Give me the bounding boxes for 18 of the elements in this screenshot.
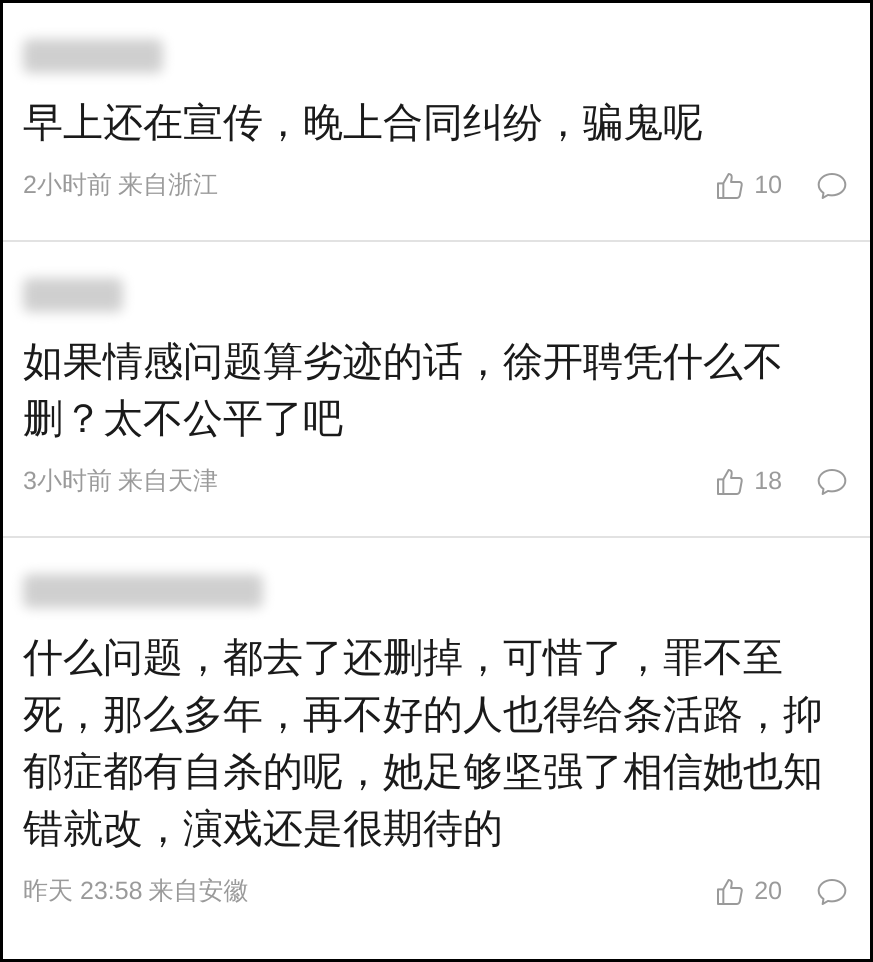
comment-location: 来自浙江 xyxy=(118,170,218,202)
comment-text: 什么问题，都去了还删掉，可惜了，罪不至死，那么多年，再不好的人也得给条活路，抑郁症都有自杀的呢，她足够坚强了相信她也知错就改，演戏还是很期待的 xyxy=(23,635,824,853)
comment-time: 3小时前 xyxy=(23,466,112,498)
speech-bubble-icon xyxy=(816,467,848,497)
comment-text: 早上还在宣传，晚上合同纠纷，骗鬼呢 xyxy=(23,100,704,147)
comment-location: 来自安徽 xyxy=(148,876,249,908)
speech-bubble-icon xyxy=(816,877,848,907)
comment-time: 2小时前 xyxy=(23,170,112,202)
comment-button[interactable] xyxy=(816,877,848,907)
comment-location: 来自天津 xyxy=(118,466,218,498)
comment-button[interactable] xyxy=(816,467,848,497)
comment-time: 昨天 23:58 xyxy=(23,876,143,908)
like-button[interactable]: 18 xyxy=(714,463,782,501)
like-button[interactable]: 20 xyxy=(714,873,782,911)
speech-bubble-icon xyxy=(816,171,848,201)
like-button[interactable]: 10 xyxy=(714,167,782,205)
comment-text: 如果情感问题算劣迹的话，徐开聘凭什么不删？太不公平了吧 xyxy=(23,339,784,443)
comment-button[interactable] xyxy=(816,171,848,201)
